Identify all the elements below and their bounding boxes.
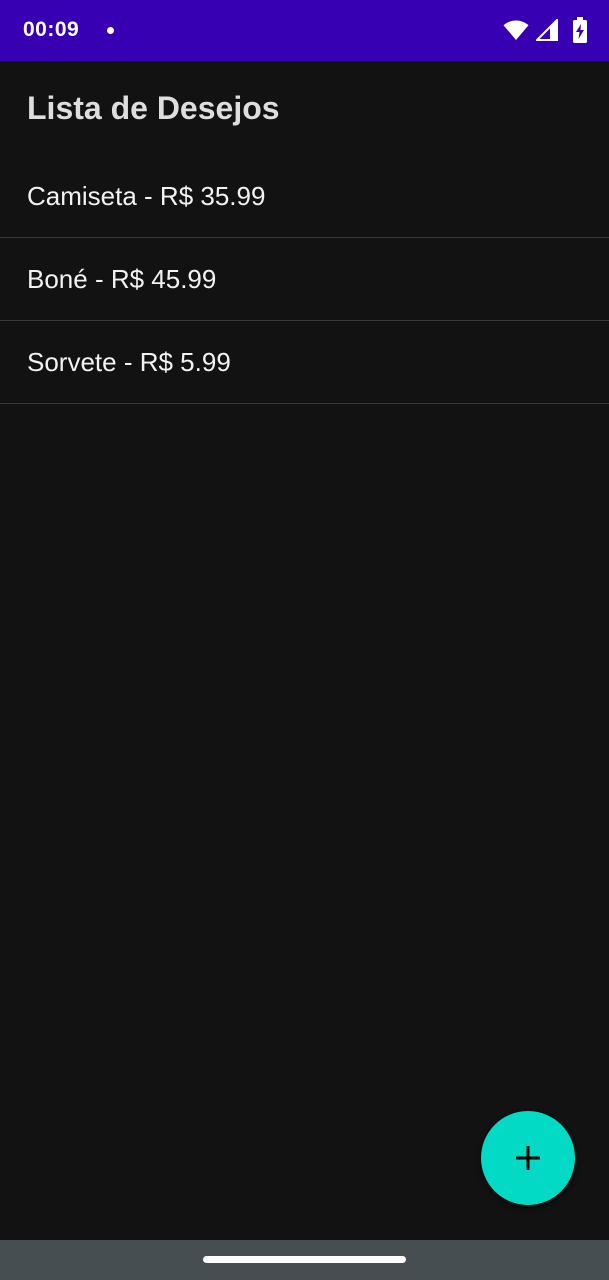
list-item[interactable]: Camiseta - R$ 35.99 — [0, 155, 609, 238]
list-item-label: Sorvete - R$ 5.99 — [27, 346, 231, 377]
plus-icon — [516, 1146, 540, 1170]
page-title: Lista de Desejos — [27, 90, 280, 126]
battery-charging-icon — [573, 17, 587, 43]
app-screen: 00:09 Lista de Desejos Camiseta - R$ 35.… — [0, 0, 609, 1280]
status-bar: 00:09 — [0, 0, 609, 61]
add-item-button[interactable] — [481, 1111, 575, 1205]
home-handle[interactable] — [203, 1256, 406, 1263]
list-item-label: Camiseta - R$ 35.99 — [27, 180, 266, 211]
notification-dot-icon — [107, 27, 114, 34]
wish-list: Camiseta - R$ 35.99 Boné - R$ 45.99 Sorv… — [0, 155, 609, 404]
status-time: 00:09 — [23, 18, 80, 41]
list-item[interactable]: Sorvete - R$ 5.99 — [0, 321, 609, 404]
list-item-label: Boné - R$ 45.99 — [27, 263, 217, 294]
list-item[interactable]: Boné - R$ 45.99 — [0, 238, 609, 321]
wifi-icon — [503, 20, 529, 40]
signal-icon — [536, 19, 558, 41]
navigation-bar — [0, 1240, 609, 1280]
